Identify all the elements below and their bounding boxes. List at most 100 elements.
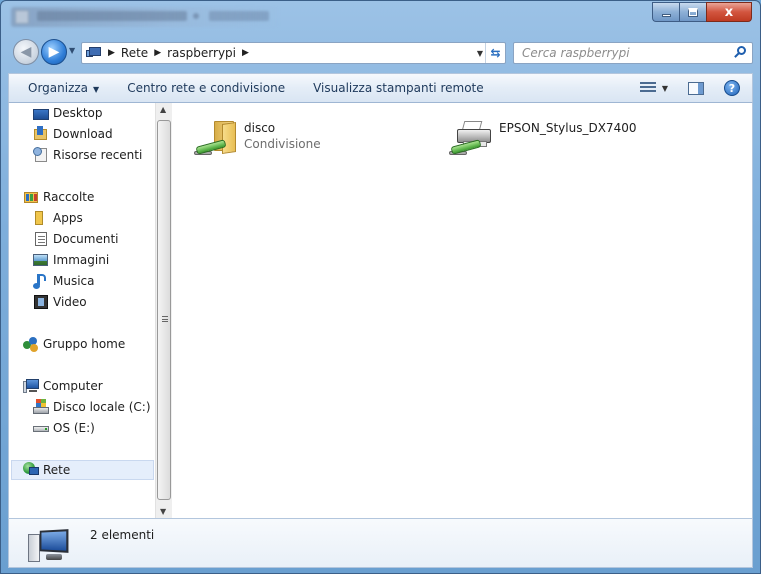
nav-item-label: Gruppo home [43, 337, 126, 351]
nav-item-drive-c[interactable]: Disco locale (C:) [33, 397, 151, 417]
download-folder-icon [33, 126, 49, 142]
item-type: Condivisione [244, 137, 321, 151]
address-history-dropdown[interactable]: ▼ [477, 49, 483, 58]
breadcrumb-chevron-icon[interactable]: ▶ [154, 48, 161, 58]
nav-item-label: OS (E:) [53, 421, 95, 435]
apps-library-icon [33, 210, 49, 226]
nav-item-label: Raccolte [43, 190, 95, 204]
chevron-down-icon: ▼ [93, 85, 100, 94]
network-computer-icon [26, 526, 70, 564]
search-box[interactable]: Cerca raspberrypi [513, 42, 753, 64]
nav-item-label: Rete [43, 463, 71, 477]
network-icon [23, 462, 39, 478]
scroll-down-icon[interactable]: ▼ [160, 507, 166, 516]
scrollbar-grip-icon [162, 316, 168, 322]
explorer-window: x ◀ ▶ ▼ ▶ Rete ▶ raspberrypi ▶ ▼ ⇆ Cerca… [0, 0, 761, 574]
nav-item-network[interactable]: Rete [11, 460, 154, 480]
item-count: 2 elementi [90, 528, 155, 542]
organize-label: Organizza [28, 81, 89, 95]
nav-item-computer[interactable]: Computer [23, 376, 103, 396]
forward-button[interactable]: ▶ [41, 39, 67, 65]
refresh-button[interactable]: ⇆ [485, 43, 505, 63]
drive-icon [33, 420, 49, 436]
nav-item-desktop[interactable]: Desktop [33, 103, 103, 123]
minimize-icon [661, 13, 671, 17]
remote-printers-button[interactable]: Visualizza stampanti remote [299, 81, 498, 95]
documents-icon [33, 231, 49, 247]
search-icon[interactable] [733, 46, 747, 60]
scrollbar-thumb[interactable] [157, 120, 171, 500]
refresh-icon: ⇆ [490, 46, 501, 60]
nav-item-recent[interactable]: Risorse recenti [33, 145, 142, 165]
nav-item-label: Download [53, 127, 113, 141]
details-pane: 2 elementi [8, 518, 753, 568]
minimize-button[interactable] [652, 2, 679, 22]
network-location-icon [86, 46, 102, 60]
command-bar: Organizza ▼ Centro rete e condivisione Vi… [8, 73, 753, 103]
nav-item-drive-e[interactable]: OS (E:) [33, 418, 95, 438]
nav-item-label: Apps [53, 211, 83, 225]
blurred-title-text-2 [209, 11, 269, 21]
preview-pane-icon[interactable] [688, 81, 704, 95]
change-view-icon[interactable] [639, 82, 656, 94]
desktop-icon [33, 108, 49, 120]
caption-buttons: x [652, 2, 752, 22]
breadcrumb-chevron-icon[interactable]: ▶ [242, 48, 249, 58]
nav-item-documents[interactable]: Documenti [33, 229, 119, 249]
nav-item-label: Desktop [53, 106, 103, 120]
navigation-bar: ◀ ▶ ▼ ▶ Rete ▶ raspberrypi ▶ ▼ ⇆ Cerca r… [1, 35, 760, 71]
address-bar[interactable]: ▶ Rete ▶ raspberrypi ▶ ▼ ⇆ [81, 42, 506, 64]
homegroup-icon [23, 336, 39, 352]
blurred-title-tabs [11, 7, 281, 27]
pictures-icon [33, 252, 49, 268]
libraries-icon [23, 189, 39, 205]
breadcrumb-raspberrypi[interactable]: raspberrypi [167, 46, 236, 60]
recent-places-icon [33, 147, 49, 163]
forward-arrow-icon: ▶ [48, 44, 60, 60]
close-icon: x [724, 4, 734, 20]
search-input[interactable]: Cerca raspberrypi [522, 46, 630, 60]
nav-item-music[interactable]: Musica [33, 271, 95, 291]
blurred-title-text [37, 11, 187, 21]
item-name: EPSON_Stylus_DX7400 [499, 121, 637, 135]
nav-item-homegroup[interactable]: Gruppo home [23, 334, 125, 354]
help-icon[interactable]: ? [724, 80, 740, 96]
view-options-dropdown[interactable]: ▼ [662, 84, 668, 93]
back-arrow-icon: ◀ [20, 44, 32, 60]
nav-item-pictures[interactable]: Immagini [33, 250, 109, 270]
nav-item-label: Computer [43, 379, 103, 393]
back-button[interactable]: ◀ [13, 39, 39, 65]
list-item-disco[interactable]: disco Condivisione [188, 115, 321, 159]
maximize-icon [688, 7, 698, 17]
window-app-icon [15, 10, 29, 24]
nav-item-label: Risorse recenti [53, 148, 143, 162]
nav-item-apps[interactable]: Apps [33, 208, 83, 228]
maximize-button[interactable] [679, 2, 706, 22]
list-item-epson-printer[interactable]: EPSON_Stylus_DX7400 [443, 115, 636, 159]
close-button[interactable]: x [706, 2, 752, 22]
navigation-pane: Desktop Download Risorse recenti Raccolt… [9, 103, 154, 518]
music-icon [33, 273, 49, 289]
nav-item-label: Musica [53, 274, 95, 288]
main-panes: Desktop Download Risorse recenti Raccolt… [8, 103, 753, 518]
nav-item-download[interactable]: Download [33, 124, 113, 144]
shared-folder-icon [188, 115, 242, 159]
system-drive-icon [33, 399, 49, 415]
nav-item-label: Immagini [53, 253, 110, 267]
view-controls: ▼ ? [639, 74, 752, 102]
item-name: disco [244, 121, 276, 135]
nav-item-libraries[interactable]: Raccolte [23, 187, 94, 207]
breadcrumb-rete[interactable]: Rete [121, 46, 148, 60]
breadcrumb-chevron-icon[interactable]: ▶ [108, 48, 115, 58]
navigation-scrollbar[interactable]: ▲ ▼ [155, 103, 172, 518]
nav-item-label: Disco locale (C:) [53, 400, 151, 414]
scroll-up-icon[interactable]: ▲ [160, 105, 166, 114]
title-bar[interactable]: x [1, 1, 760, 35]
organize-menu-button[interactable]: Organizza ▼ [9, 81, 113, 95]
video-icon [33, 294, 49, 310]
network-center-button[interactable]: Centro rete e condivisione [113, 81, 299, 95]
nav-item-video[interactable]: Video [33, 292, 87, 312]
recent-pages-dropdown[interactable]: ▼ [69, 46, 79, 56]
computer-icon [23, 378, 39, 394]
shared-printer-icon [443, 115, 497, 159]
